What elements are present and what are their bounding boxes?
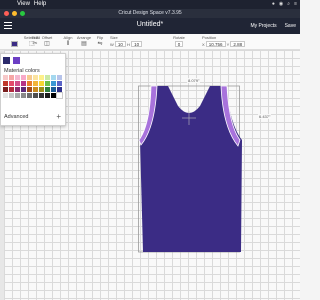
palette-swatch[interactable] bbox=[15, 93, 20, 98]
selected-color-swatch-0[interactable] bbox=[3, 57, 10, 64]
palette-swatch[interactable] bbox=[33, 87, 38, 92]
palette-swatch[interactable] bbox=[57, 81, 62, 86]
palette-swatch[interactable] bbox=[39, 75, 44, 80]
selected-color-swatch-1[interactable] bbox=[13, 57, 20, 64]
palette-swatch[interactable] bbox=[3, 81, 8, 86]
palette-swatch[interactable] bbox=[21, 81, 26, 86]
palette-swatch[interactable] bbox=[3, 93, 8, 98]
palette-swatch[interactable] bbox=[57, 75, 62, 80]
palette-swatch[interactable] bbox=[9, 87, 14, 92]
palette-swatch[interactable] bbox=[45, 87, 50, 92]
palette-swatch[interactable] bbox=[56, 92, 63, 99]
palette-swatch[interactable] bbox=[21, 75, 26, 80]
palette-swatch[interactable] bbox=[51, 87, 56, 92]
palette-swatch[interactable] bbox=[15, 75, 20, 80]
palette-swatch[interactable] bbox=[15, 81, 20, 86]
material-color-palette bbox=[3, 75, 65, 99]
palette-swatch[interactable] bbox=[45, 81, 50, 86]
palette-swatch[interactable] bbox=[57, 87, 62, 92]
advanced-label[interactable]: Advanced bbox=[4, 114, 28, 120]
palette-swatch[interactable] bbox=[33, 75, 38, 80]
palette-swatch[interactable] bbox=[9, 75, 14, 80]
palette-swatch[interactable] bbox=[45, 75, 50, 80]
palette-swatch[interactable] bbox=[9, 81, 14, 86]
palette-swatch[interactable] bbox=[39, 81, 44, 86]
selected-colors-row bbox=[3, 57, 20, 64]
palette-swatch[interactable] bbox=[51, 93, 56, 98]
palette-swatch[interactable] bbox=[51, 81, 56, 86]
material-colors-label: Material colors bbox=[4, 68, 40, 74]
width-readout: 8.079" bbox=[187, 78, 201, 83]
palette-swatch[interactable] bbox=[3, 75, 8, 80]
palette-swatch[interactable] bbox=[27, 75, 32, 80]
palette-swatch[interactable] bbox=[45, 93, 50, 98]
palette-swatch[interactable] bbox=[33, 93, 38, 98]
palette-swatch[interactable] bbox=[21, 87, 26, 92]
palette-swatch[interactable] bbox=[21, 93, 26, 98]
height-readout: 6.437" bbox=[258, 114, 272, 119]
palette-swatch[interactable] bbox=[33, 81, 38, 86]
palette-swatch[interactable] bbox=[27, 93, 32, 98]
palette-swatch[interactable] bbox=[51, 75, 56, 80]
palette-swatch[interactable] bbox=[27, 87, 32, 92]
palette-swatch[interactable] bbox=[39, 87, 44, 92]
color-picker-popover: Material colors Advanced + bbox=[0, 53, 66, 126]
palette-swatch[interactable] bbox=[15, 87, 20, 92]
expand-plus-icon[interactable]: + bbox=[56, 112, 61, 121]
palette-swatch[interactable] bbox=[9, 93, 14, 98]
design-layer bbox=[138, 85, 242, 253]
palette-swatch[interactable] bbox=[39, 93, 44, 98]
palette-swatch[interactable] bbox=[27, 81, 32, 86]
palette-swatch[interactable] bbox=[3, 87, 8, 92]
